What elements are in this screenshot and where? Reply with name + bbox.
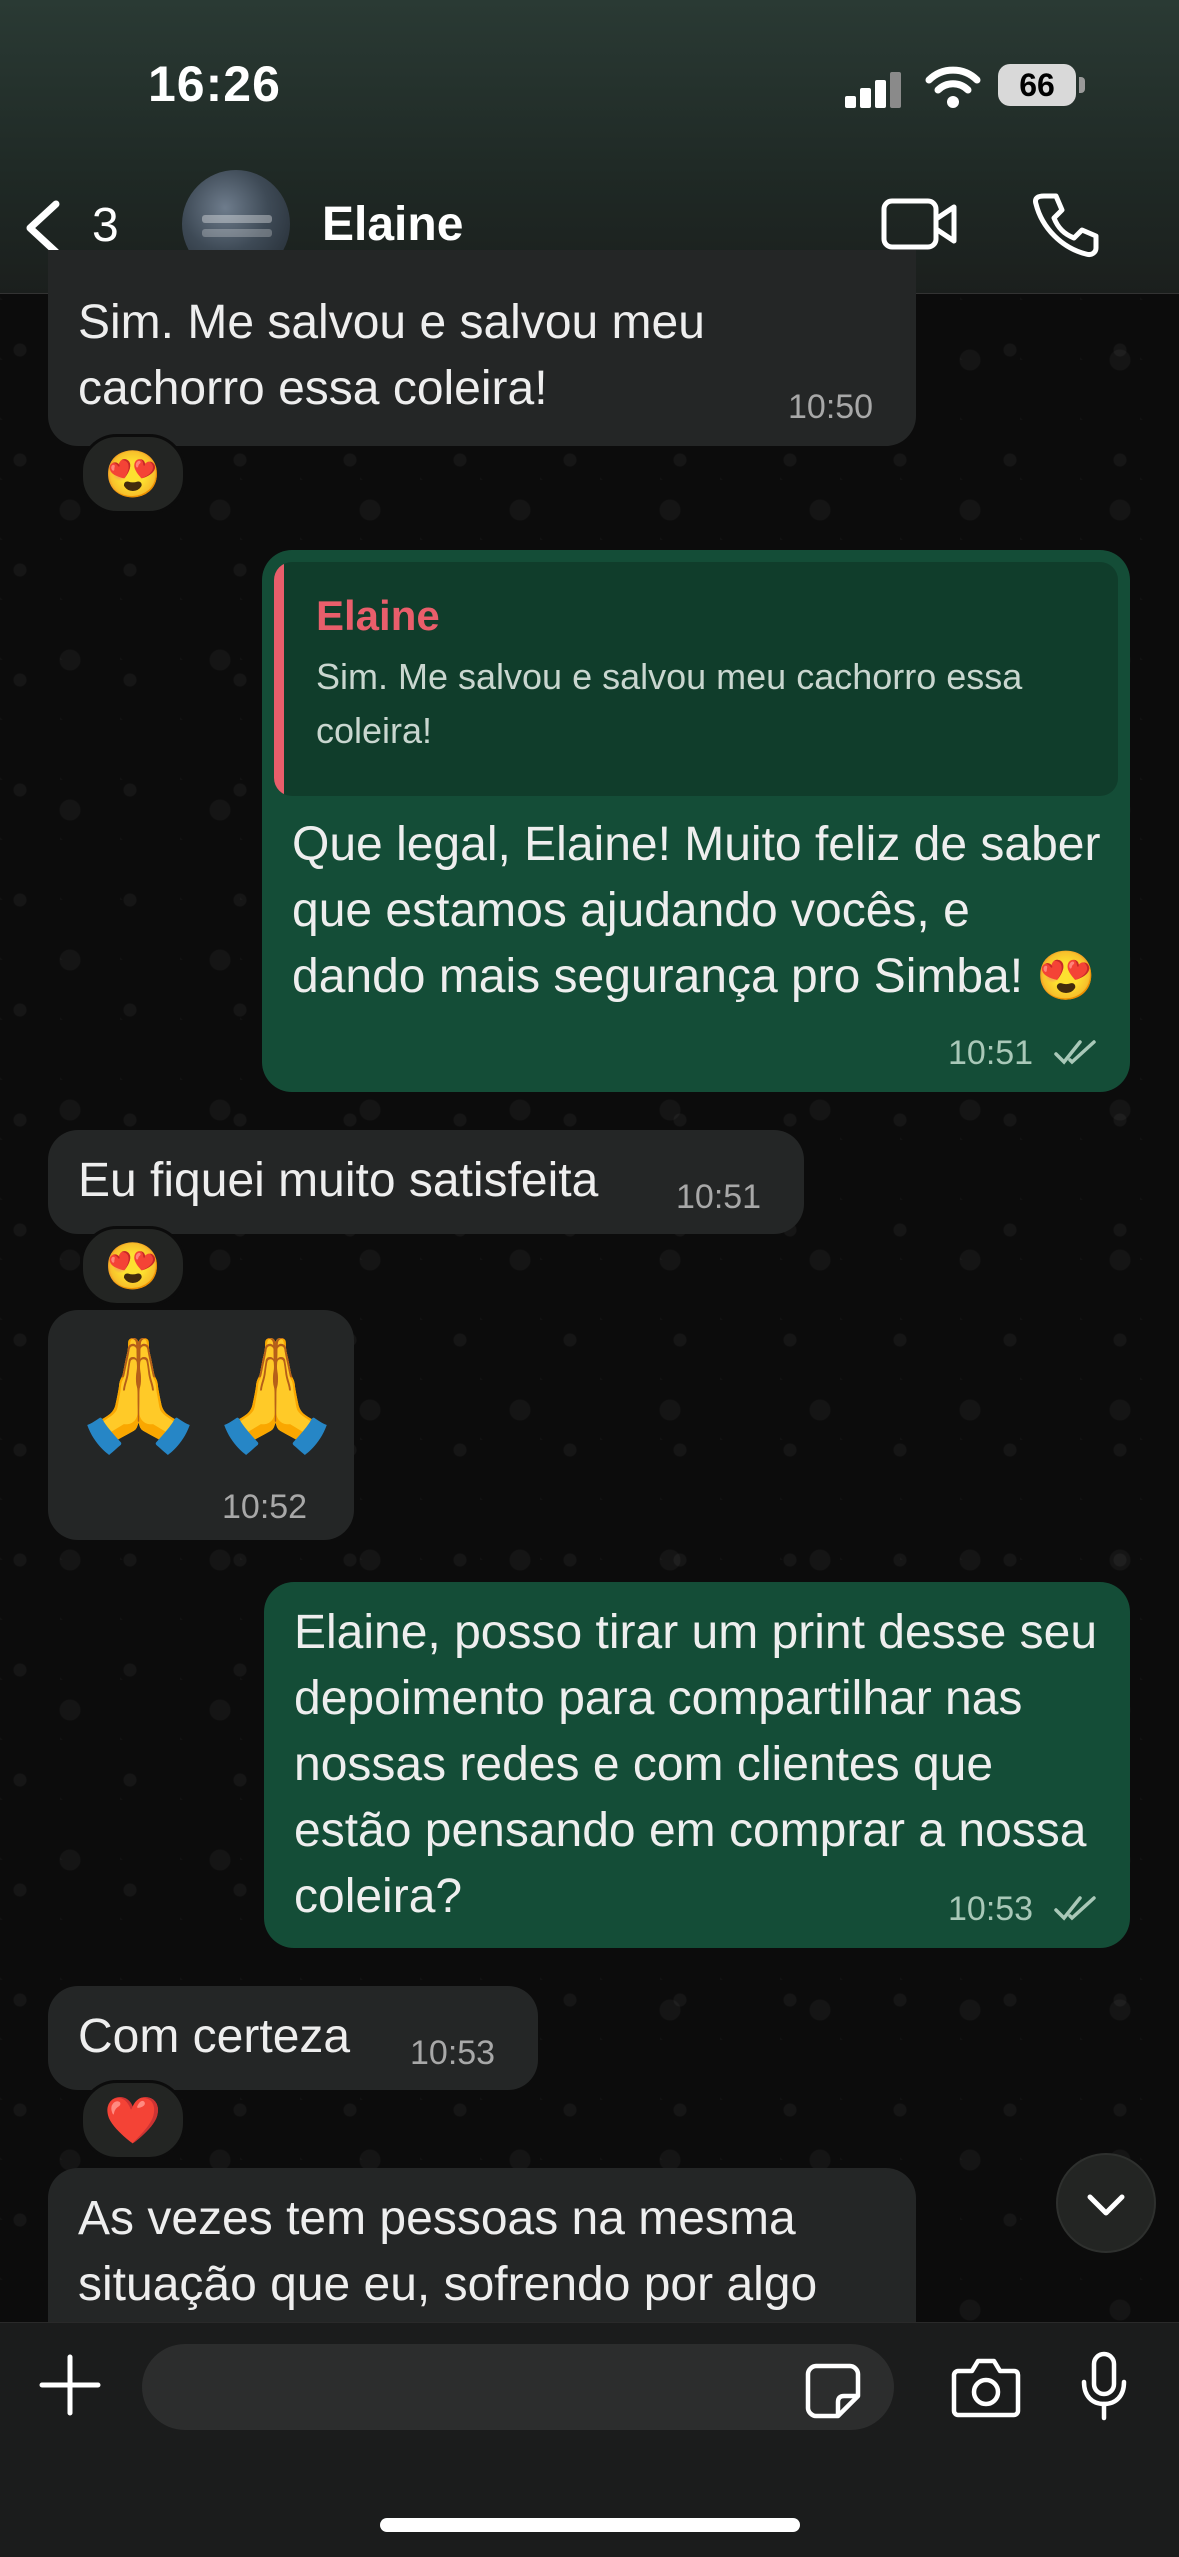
attach-button[interactable] bbox=[38, 2353, 102, 2417]
message-text: Que legal, Elaine! Muito feliz de saber … bbox=[292, 818, 1101, 1003]
message-reaction[interactable]: 😍 bbox=[80, 1226, 186, 1306]
message-time: 10:50 bbox=[788, 388, 874, 426]
message-bubble-incoming[interactable]: Com certeza 10:53 bbox=[48, 1986, 538, 2090]
message-bubble-incoming[interactable]: 🙏🙏 10:52 bbox=[48, 1310, 354, 1540]
message-bubble-incoming[interactable]: Eu fiquei muito satisfeita 10:51 bbox=[48, 1130, 804, 1234]
double-check-icon bbox=[1054, 1040, 1096, 1065]
video-call-button[interactable] bbox=[880, 195, 960, 255]
camera-icon bbox=[951, 2358, 1021, 2418]
cellular-signal-icon bbox=[845, 70, 905, 108]
status-time: 16:26 bbox=[148, 56, 281, 112]
message-text: Eu fiquei muito satisfeita bbox=[78, 1154, 599, 1207]
message-time: 10:51 bbox=[948, 1034, 1034, 1072]
chevron-left-icon bbox=[26, 200, 60, 256]
quote-text: Sim. Me salvou e salvou meu cachorro ess… bbox=[316, 656, 1023, 751]
quoted-message[interactable]: Elaine Sim. Me salvou e salvou meu cacho… bbox=[274, 562, 1118, 796]
message-time: 10:51 bbox=[676, 1178, 762, 1216]
message-reaction[interactable]: 😍 bbox=[80, 434, 186, 514]
wifi-icon bbox=[925, 64, 981, 110]
message-text: As vezes tem pessoas na mesma situação q… bbox=[78, 2192, 818, 2311]
quote-accent-bar bbox=[274, 562, 284, 796]
message-time: 10:53 bbox=[948, 1890, 1034, 1928]
message-bubble-incoming[interactable]: Sim. Me salvou e salvou meu cachorro ess… bbox=[48, 250, 916, 446]
sticker-icon bbox=[805, 2363, 861, 2419]
unread-count: 3 bbox=[92, 199, 119, 252]
chevron-down-icon bbox=[1087, 2194, 1125, 2216]
quote-author: Elaine bbox=[316, 592, 440, 639]
message-input[interactable] bbox=[142, 2344, 894, 2430]
message-text: Com certeza bbox=[78, 2010, 351, 2063]
video-camera-icon bbox=[881, 198, 957, 250]
camera-button[interactable] bbox=[950, 2355, 1022, 2421]
plus-icon bbox=[39, 2354, 101, 2416]
message-time: 10:52 bbox=[222, 1488, 308, 1526]
message-time: 10:53 bbox=[410, 2034, 496, 2072]
emoji-message: 🙏🙏 bbox=[70, 1333, 344, 1456]
message-bubble-outgoing[interactable]: Elaine, posso tirar um print desse seu d… bbox=[264, 1582, 1130, 1948]
scroll-to-bottom-button[interactable] bbox=[1056, 2153, 1156, 2253]
message-bubble-incoming[interactable]: As vezes tem pessoas na mesma situação q… bbox=[48, 2168, 916, 2348]
message-bubble-outgoing[interactable]: Elaine Sim. Me salvou e salvou meu cacho… bbox=[262, 550, 1130, 1092]
sticker-button[interactable] bbox=[804, 2362, 862, 2420]
message-text: Elaine, posso tirar um print desse seu d… bbox=[294, 1606, 1098, 1923]
home-indicator bbox=[380, 2518, 800, 2532]
microphone-icon bbox=[1081, 2351, 1127, 2421]
microphone-button[interactable] bbox=[1080, 2350, 1128, 2424]
battery-tip bbox=[1079, 77, 1085, 93]
message-reaction[interactable]: ❤️ bbox=[80, 2080, 186, 2160]
phone-icon bbox=[1033, 193, 1099, 257]
double-check-icon bbox=[1054, 1896, 1096, 1921]
contact-name[interactable]: Elaine bbox=[322, 197, 463, 252]
message-text: Sim. Me salvou e salvou meu cachorro ess… bbox=[78, 296, 705, 415]
battery-icon: 66 bbox=[998, 64, 1076, 106]
voice-call-button[interactable] bbox=[1030, 190, 1100, 260]
